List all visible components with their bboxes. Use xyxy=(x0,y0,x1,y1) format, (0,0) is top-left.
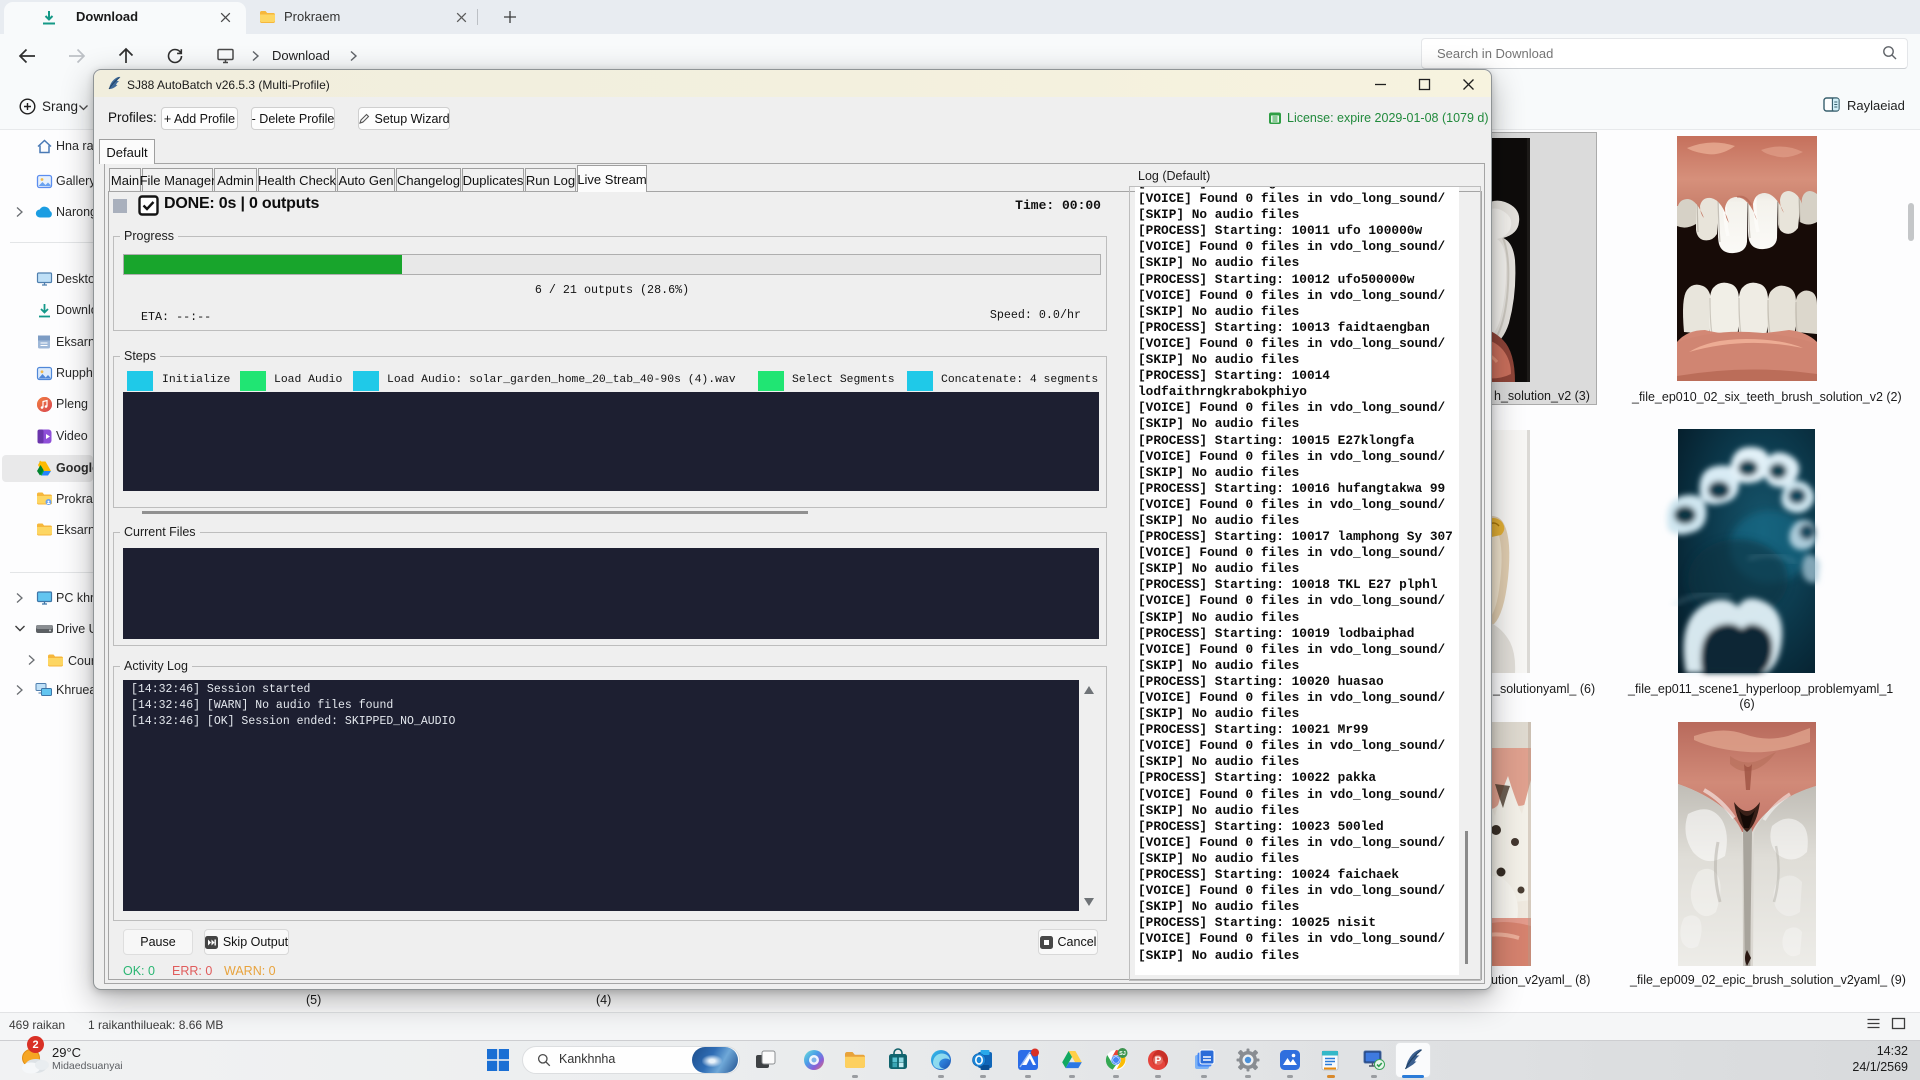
svg-text:P: P xyxy=(1155,1056,1162,1067)
svg-text:SJ: SJ xyxy=(1119,1051,1126,1057)
